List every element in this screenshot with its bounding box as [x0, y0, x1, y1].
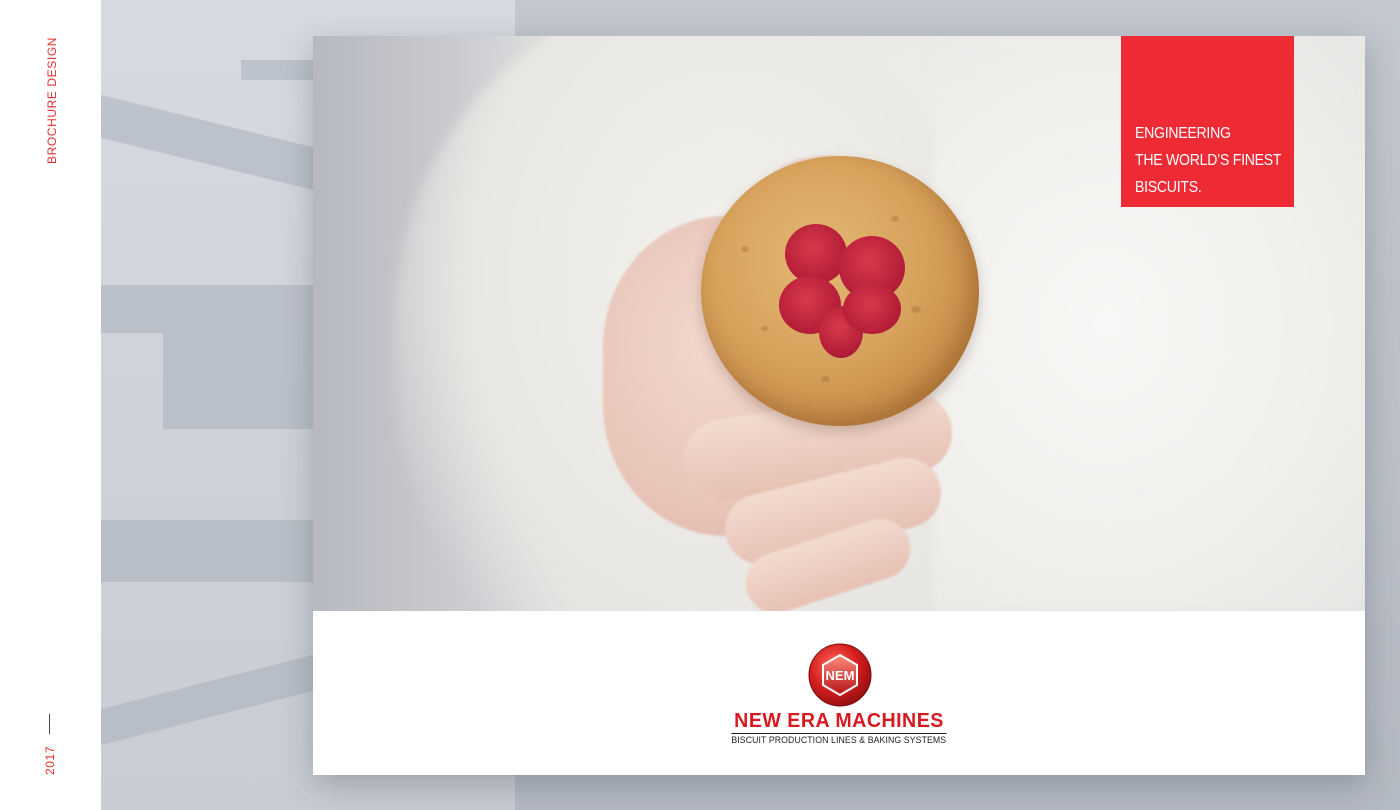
tagline-line-2: THE WORLD’S FINEST — [1135, 152, 1282, 169]
biscuit-texture — [821, 376, 830, 382]
brand-tagline: BISCUIT PRODUCTION LINES & BAKING SYSTEM… — [731, 733, 947, 746]
sidebar-year: 2017 — [43, 745, 57, 775]
ghost-letter-shape — [101, 285, 313, 333]
cover-footer: NEM NEW ERA MACHINES BISCUIT PRODUCTION … — [313, 611, 1365, 775]
logo-monogram: NEM — [826, 668, 855, 683]
tagline-box: ENGINEERING THE WORLD’S FINEST BISCUITS. — [1121, 36, 1294, 207]
brand-tagline-wrap: BISCUIT PRODUCTION LINES & BAKING SYSTEM… — [313, 733, 1365, 746]
tagline-line-1: ENGINEERING — [1135, 125, 1231, 142]
flower-petal — [785, 224, 847, 284]
biscuit-image — [701, 156, 979, 426]
nem-hexagon-logo-icon: NEM — [808, 643, 872, 707]
brochure-cover: ENGINEERING THE WORLD’S FINEST BISCUITS. — [313, 36, 1365, 775]
left-sidebar: BROCHURE DESIGN 2017 — [0, 0, 101, 810]
biscuit-texture — [761, 326, 768, 331]
brand-name: NEW ERA MACHINES — [734, 710, 944, 732]
ghost-letter-shape — [163, 333, 313, 429]
ghost-letter-shape — [241, 60, 313, 80]
biscuit-texture — [911, 306, 921, 313]
biscuit-texture — [891, 216, 899, 222]
biscuit-texture — [741, 246, 749, 252]
brochure-showcase-page: BROCHURE DESIGN 2017 ENGINEERING THE WOR… — [0, 0, 1400, 810]
sidebar-divider — [49, 714, 50, 734]
ghost-letter-shape — [101, 520, 313, 582]
sidebar-title: BROCHURE DESIGN — [45, 36, 59, 164]
flower-petal — [843, 284, 901, 334]
tagline-line-3: BISCUITS. — [1135, 179, 1202, 196]
